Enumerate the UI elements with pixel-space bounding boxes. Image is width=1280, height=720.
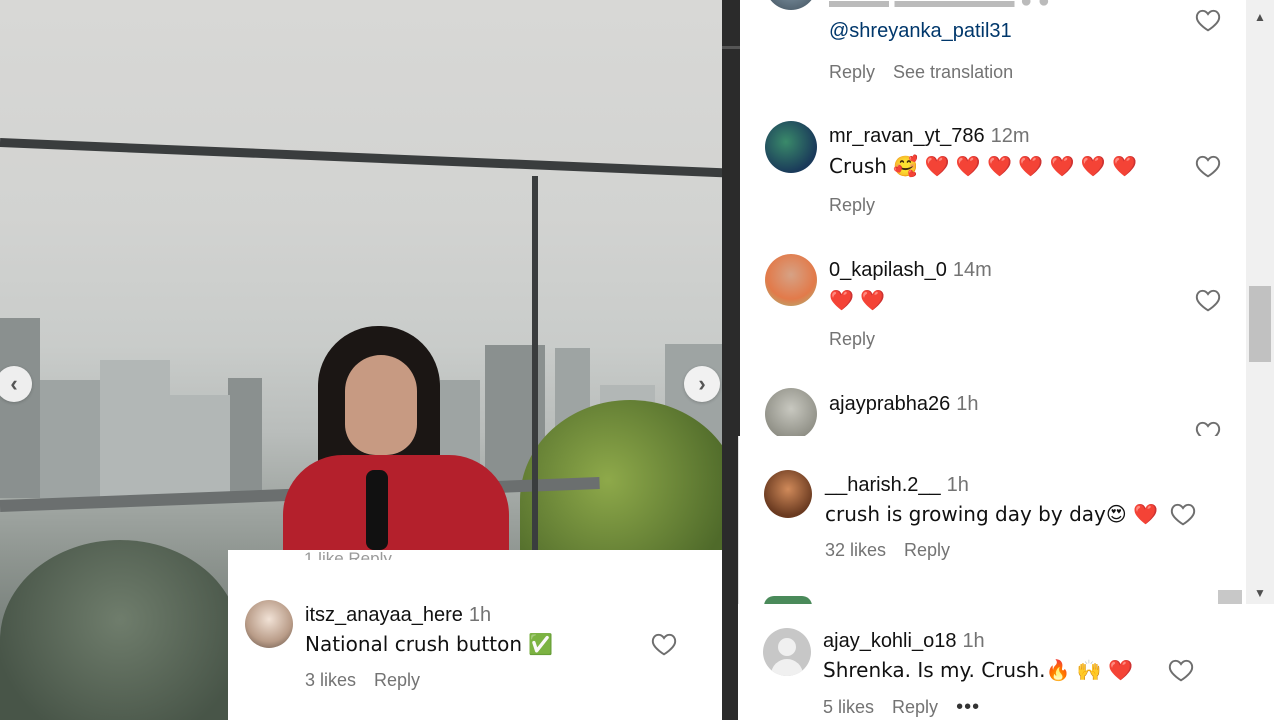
comment-text: Crush 🥰 ❤️ ❤️ ❤️ ❤️ ❤️ ❤️ ❤️ [829, 154, 1138, 178]
comment-username[interactable]: __harish.2__ 1h [825, 474, 969, 497]
horizontal-scrollbar-thumb[interactable] [1218, 590, 1242, 604]
microphone [366, 470, 388, 550]
likes-count[interactable]: 3 likes [305, 670, 356, 690]
like-heart-icon[interactable] [651, 632, 677, 656]
chevron-left-icon: ‹ [10, 371, 18, 396]
comment-time: 1h [946, 474, 969, 496]
like-heart-icon[interactable] [1170, 502, 1196, 526]
building [100, 360, 170, 500]
comment-text: National crush button ✅ [305, 632, 554, 656]
comment-item: ▬▬▬ ▬▬▬▬▬▬ ● ● @shreyanka_patil31 Reply S… [740, 0, 1246, 100]
chevron-right-icon: › [698, 371, 706, 396]
comment-actions: 32 likes Reply [825, 540, 968, 561]
like-heart-icon[interactable] [1195, 288, 1221, 312]
building [228, 378, 262, 498]
bottom-comment-panel: ajay_kohli_o18 1h Shrenka. Is my. Crush.🔥… [738, 604, 1280, 720]
like-heart-icon[interactable] [1195, 154, 1221, 178]
username-link[interactable]: 0_kapilash_0 [829, 259, 947, 281]
comment-text: ❤️ ❤️ [829, 288, 886, 312]
trees [0, 540, 240, 720]
comment-text-cut: ▬▬▬ ▬▬▬▬▬▬ ● ● [829, 0, 1050, 12]
comment-time: 14m [952, 259, 992, 281]
comment-actions: Reply See translation [829, 62, 1031, 83]
comment-username[interactable]: ajayprabha26 1h [829, 393, 978, 416]
comment-actions: Reply [829, 329, 893, 350]
comment-time: 12m [990, 125, 1030, 147]
comment-time: 1h [956, 393, 979, 415]
reply-button[interactable]: Reply [374, 670, 420, 690]
reply-button[interactable]: Reply [829, 62, 875, 82]
username-link[interactable]: ajay_kohli_o18 [823, 630, 956, 652]
overlay-comment-panel: __harish.2__ 1h crush is growing day by d… [738, 436, 1219, 606]
username-link[interactable]: mr_ravan_yt_786 [829, 125, 985, 147]
comment-actions: 3 likes Reply [305, 670, 438, 691]
comment-item: 0_kapilash_0 14m ❤️ ❤️ Reply [740, 254, 1246, 364]
person-face [345, 355, 417, 455]
reply-button[interactable]: Reply [829, 195, 875, 215]
avatar[interactable] [765, 121, 817, 173]
comment-username[interactable]: itsz_anayaa_here 1h [305, 604, 491, 627]
avatar[interactable] [764, 470, 812, 518]
avatar[interactable] [765, 254, 817, 306]
scroll-down-arrow-icon[interactable]: ▼ [1250, 586, 1270, 606]
railing-post [532, 176, 538, 556]
comment-time: 1h [962, 630, 985, 652]
comment-item: mr_ravan_yt_786 12m Crush 🥰 ❤️ ❤️ ❤️ ❤️ ❤… [740, 120, 1246, 230]
comment-username[interactable]: mr_ravan_yt_786 12m [829, 125, 1030, 148]
building [40, 380, 100, 500]
scroll-up-arrow-icon[interactable]: ▲ [1250, 10, 1270, 30]
scrollbar-thumb[interactable] [1249, 286, 1271, 362]
cut-off-actions: 1 like Reply [304, 549, 392, 560]
avatar[interactable] [765, 388, 817, 440]
comment-actions: Reply [829, 195, 893, 216]
avatar[interactable] [765, 0, 817, 10]
reply-button[interactable]: Reply [829, 329, 875, 349]
comment-actions: 5 likes Reply ••• [823, 696, 998, 719]
see-translation-button[interactable]: See translation [893, 62, 1013, 82]
reply-button[interactable]: Reply [892, 697, 938, 717]
comment-username[interactable]: 0_kapilash_0 14m [829, 259, 992, 282]
like-heart-icon[interactable] [1195, 8, 1221, 32]
railing-top [0, 138, 738, 178]
comment-time: 1h [468, 604, 492, 626]
comment-username[interactable]: ajay_kohli_o18 1h [823, 630, 985, 653]
building [170, 395, 230, 500]
reply-button[interactable]: Reply [904, 540, 950, 560]
comment-text: crush is growing day by day😍 ❤️ [825, 502, 1158, 526]
carousel-next-button[interactable]: › [684, 366, 720, 402]
comment-text: Shrenka. Is my. Crush.🔥 🙌 ❤️ [823, 658, 1133, 682]
likes-count[interactable]: 32 likes [825, 540, 886, 560]
popup-comment-panel: 1 like Reply itsz_anayaa_here 1h National… [228, 549, 722, 720]
likes-count[interactable]: 5 likes [823, 697, 874, 717]
building [0, 318, 40, 498]
username-link[interactable]: ajayprabha26 [829, 393, 950, 415]
username-link[interactable]: __harish.2__ [825, 474, 941, 496]
avatar[interactable] [245, 600, 293, 648]
like-heart-icon[interactable] [1168, 658, 1194, 682]
more-options-icon[interactable]: ••• [956, 696, 980, 718]
default-avatar-icon[interactable] [763, 628, 811, 676]
mention-link[interactable]: @shreyanka_patil31 [829, 20, 1012, 43]
username-link[interactable]: itsz_anayaa_here [305, 604, 463, 626]
